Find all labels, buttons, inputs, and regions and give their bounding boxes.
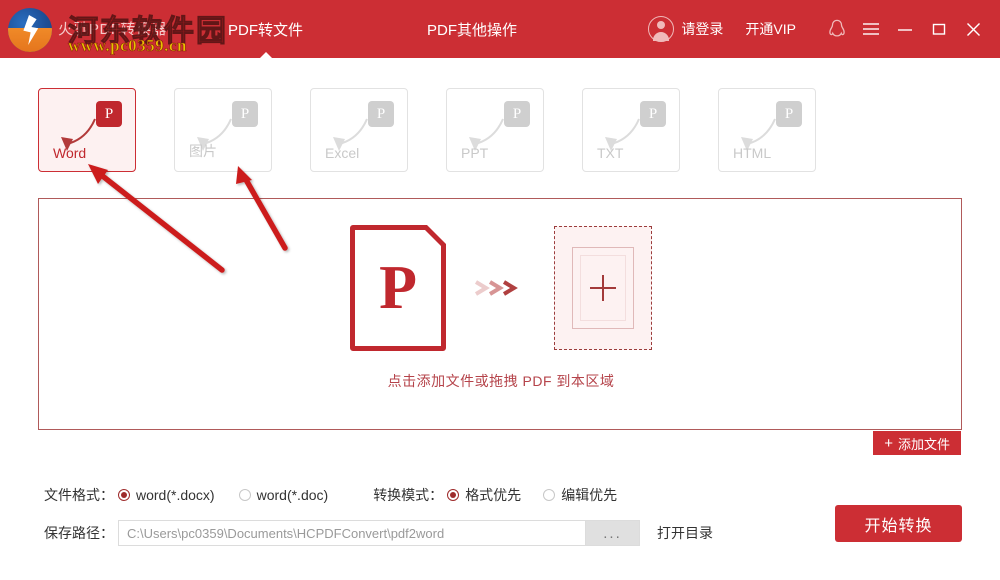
convert-card-ppt[interactable]: P PPT xyxy=(446,88,544,172)
radio-dot-icon xyxy=(118,489,130,501)
convert-card-ppt-label: PPT xyxy=(461,145,489,161)
add-file-button[interactable]: + 添加文件 xyxy=(873,431,961,455)
maximize-icon[interactable] xyxy=(926,16,952,42)
pdf-badge-icon: P xyxy=(504,101,530,127)
radio-dot-icon xyxy=(447,489,460,501)
pdf-badge-icon: P xyxy=(640,101,666,127)
pdf-badge-icon: P xyxy=(368,101,394,127)
browse-path-button[interactable]: ... xyxy=(585,520,640,546)
qq-penguin-icon[interactable] xyxy=(824,16,850,42)
pdf-letter: P xyxy=(379,254,417,322)
convert-card-excel[interactable]: P Excel xyxy=(310,88,408,172)
window-controls: 请登录 开通VIP xyxy=(648,0,986,58)
hamburger-menu-icon[interactable] xyxy=(858,16,884,42)
tab-pdf-other-ops-label: PDF其他操作 xyxy=(427,21,518,39)
logo-circle-icon xyxy=(8,8,52,52)
convert-card-image[interactable]: P 图片 xyxy=(174,88,272,172)
start-convert-button[interactable]: 开始转换 xyxy=(835,505,962,542)
open-directory-link[interactable]: 打开目录 xyxy=(657,523,713,543)
radio-edit-priority[interactable]: 编辑优先 xyxy=(543,485,617,505)
minimize-icon[interactable] xyxy=(892,16,918,42)
open-vip-button[interactable]: 开通VIP xyxy=(745,19,796,39)
login-button[interactable]: 请登录 xyxy=(648,16,723,42)
radio-word-docx-label: word(*.docx) xyxy=(136,487,215,503)
tab-pdf-to-file-label: PDF转文件 xyxy=(228,21,304,39)
radio-word-docx[interactable]: word(*.docx) xyxy=(118,487,215,503)
app-window: 火驰PDF转换器 河东软件园 www.pc0359.cn PDF转文件 PDF其… xyxy=(0,0,1000,580)
convert-card-excel-label: Excel xyxy=(325,145,360,161)
tab-pdf-other-ops[interactable]: PDF其他操作 xyxy=(409,0,535,58)
radio-dot-icon xyxy=(543,489,556,501)
dropzone-content: P 点击添加文件或拖拽 PDF 到本区域 xyxy=(39,225,963,391)
radio-edit-priority-label: 编辑优先 xyxy=(561,487,618,503)
radio-dot-icon xyxy=(238,489,251,501)
convert-card-html-label: HTML xyxy=(733,145,772,161)
nav-tabs: PDF转文件 PDF其他操作 xyxy=(210,0,535,58)
convert-card-image-label: 图片 xyxy=(189,143,217,159)
pdf-document-icon: P xyxy=(350,225,446,351)
pdf-badge-icon: P xyxy=(232,101,258,127)
plus-icon: + xyxy=(884,434,893,452)
save-path-row: 保存路径： ... 打开目录 xyxy=(44,520,713,546)
logo-glyph-icon xyxy=(23,15,39,45)
login-label: 请登录 xyxy=(681,21,724,37)
dropzone-hint: 点击添加文件或拖拽 PDF 到本区域 xyxy=(387,373,615,389)
app-title: 火驰PDF转换器 xyxy=(58,21,168,38)
add-file-placeholder[interactable] xyxy=(554,226,652,350)
convert-card-txt[interactable]: P TXT xyxy=(582,88,680,172)
double-chevron-icon xyxy=(472,276,528,300)
user-avatar-icon xyxy=(648,16,675,42)
dropzone-graphics: P xyxy=(350,225,652,351)
convert-card-word[interactable]: P Word xyxy=(38,88,136,172)
file-format-label: 文件格式： xyxy=(44,487,114,503)
file-dropzone[interactable]: P 点击添加文件或拖拽 PDF 到本区域 + 添加文件 xyxy=(38,198,963,455)
convert-mode-label: 转换模式： xyxy=(373,487,444,503)
convert-type-cards: P Word P 图片 P Excel P PPT P TXT P HTML xyxy=(38,88,854,172)
watermark-site-url: www.pc0359.cn xyxy=(68,36,187,56)
pdf-badge-icon: P xyxy=(776,101,802,127)
plus-icon xyxy=(580,255,626,321)
placeholder-outer-frame xyxy=(572,247,634,329)
tab-pdf-to-file[interactable]: PDF转文件 xyxy=(210,0,321,58)
close-icon[interactable] xyxy=(960,16,986,42)
format-settings-row: 文件格式： word(*.docx) word(*.doc) 转换模式： 格式优… xyxy=(44,485,617,505)
pdf-badge-icon: P xyxy=(96,101,122,127)
app-logo xyxy=(6,6,54,54)
active-tab-caret-icon xyxy=(259,52,272,58)
radio-format-priority-label: 格式优先 xyxy=(465,487,522,503)
convert-card-txt-label: TXT xyxy=(597,145,624,161)
add-file-label: 添加文件 xyxy=(897,436,950,452)
convert-card-word-label: Word xyxy=(53,145,87,161)
radio-format-priority[interactable]: 格式优先 xyxy=(447,485,521,505)
convert-card-html[interactable]: P HTML xyxy=(718,88,816,172)
radio-word-doc[interactable]: word(*.doc) xyxy=(238,487,329,503)
title-bar: 火驰PDF转换器 河东软件园 www.pc0359.cn PDF转文件 PDF其… xyxy=(0,0,1000,58)
radio-word-doc-label: word(*.doc) xyxy=(256,487,329,503)
save-path-input[interactable] xyxy=(118,520,585,546)
save-path-label: 保存路径： xyxy=(44,525,114,541)
